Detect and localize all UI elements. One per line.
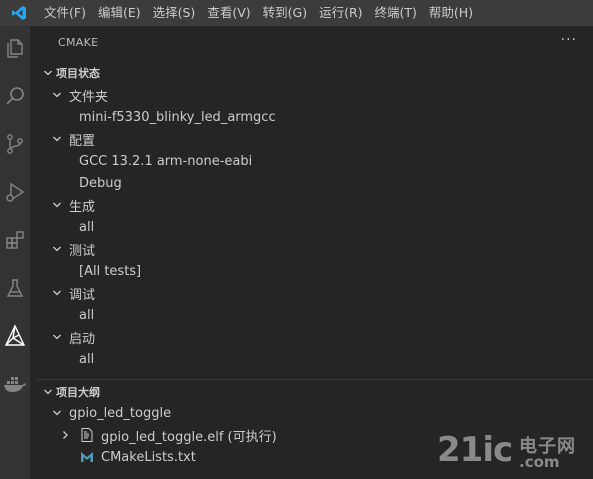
test-item[interactable]: [All tests] <box>38 260 593 282</box>
project-outline-header[interactable]: 项目大纲 <box>38 381 593 403</box>
project-node[interactable]: gpio_led_toggle <box>38 402 593 424</box>
watermark-logo-text: 21ic <box>437 430 513 470</box>
chevron-down-icon <box>49 197 65 213</box>
project-name: gpio_led_toggle <box>69 405 172 421</box>
menu-run[interactable]: 运行(R) <box>313 0 368 26</box>
folder-group[interactable]: 文件夹 <box>38 84 593 106</box>
debug-target-item[interactable]: all <box>38 304 593 326</box>
chevron-down-icon <box>40 384 56 400</box>
docker-icon[interactable] <box>0 364 30 404</box>
menu-help[interactable]: 帮助(H) <box>423 0 479 26</box>
test-value: [All tests] <box>79 263 142 279</box>
build-group-label: 生成 <box>69 199 96 215</box>
activity-bar <box>0 26 30 479</box>
sidebar-gap <box>30 26 38 479</box>
config-group-label: 配置 <box>69 133 96 149</box>
chevron-down-icon <box>49 285 65 301</box>
launch-target-value: all <box>79 351 95 367</box>
build-type-item[interactable]: Debug <box>38 172 593 194</box>
debug-target-value: all <box>79 307 95 323</box>
build-group[interactable]: 生成 <box>38 194 593 216</box>
menu-go[interactable]: 转到(G) <box>257 0 313 26</box>
cmakelists-name: CMakeLists.txt <box>101 449 196 465</box>
menu-selection[interactable]: 选择(S) <box>147 0 202 26</box>
menu-file[interactable]: 文件(F) <box>38 0 92 26</box>
project-status-title: 项目状态 <box>56 67 100 80</box>
build-type-value: Debug <box>79 175 122 191</box>
folder-group-label: 文件夹 <box>69 89 109 105</box>
build-target-value: all <box>79 219 95 235</box>
chevron-down-icon <box>49 87 65 103</box>
folder-value: mini-f5330_blinky_led_armgcc <box>79 109 276 125</box>
kit-value: GCC 13.2.1 arm-none-eabi <box>79 153 253 169</box>
extensions-icon[interactable] <box>0 220 30 260</box>
chevron-down-icon <box>40 65 56 81</box>
test-group-label: 测试 <box>69 243 96 259</box>
run-debug-icon[interactable] <box>0 172 30 212</box>
watermark-com-text: .com <box>519 453 560 471</box>
project-outline-title: 项目大纲 <box>56 386 100 399</box>
menu-edit[interactable]: 编辑(E) <box>92 0 147 26</box>
target-name: gpio_led_toggle.elf (可执行) <box>101 429 277 445</box>
chevron-down-icon <box>49 241 65 257</box>
chevron-right-icon <box>57 427 73 443</box>
debug-group[interactable]: 调试 <box>38 282 593 304</box>
chevron-down-icon <box>49 131 65 147</box>
section-divider <box>38 379 593 380</box>
menu-terminal[interactable]: 终端(T) <box>369 0 423 26</box>
debug-group-label: 调试 <box>69 287 96 303</box>
build-target-item[interactable]: all <box>38 216 593 238</box>
launch-group-label: 启动 <box>69 331 96 347</box>
cmake-sidebar: CMAKE ··· 项目状态 文件夹 mini-f5330_blinky_led… <box>38 26 593 479</box>
more-actions-icon[interactable]: ··· <box>561 32 577 48</box>
testing-icon[interactable] <box>0 268 30 308</box>
menu-bar: 文件(F) 编辑(E) 选择(S) 查看(V) 转到(G) 运行(R) 终端(T… <box>0 0 593 26</box>
folder-item[interactable]: mini-f5330_blinky_led_armgcc <box>38 106 593 128</box>
launch-target-item[interactable]: all <box>38 348 593 370</box>
search-icon[interactable] <box>0 76 30 116</box>
kit-item[interactable]: GCC 13.2.1 arm-none-eabi <box>38 150 593 172</box>
cmake-icon[interactable] <box>0 316 30 356</box>
chevron-down-icon <box>49 329 65 345</box>
config-group[interactable]: 配置 <box>38 128 593 150</box>
explorer-icon[interactable] <box>0 28 30 68</box>
executable-file-icon <box>79 427 95 443</box>
test-group[interactable]: 测试 <box>38 238 593 260</box>
project-status-header[interactable]: 项目状态 <box>38 62 593 84</box>
menu-view[interactable]: 查看(V) <box>201 0 256 26</box>
watermark-logo: 21ic 电子网 .com <box>437 430 587 474</box>
source-control-icon[interactable] <box>0 124 30 164</box>
panel-title: CMAKE <box>58 36 99 49</box>
chevron-down-icon <box>49 405 65 421</box>
launch-group[interactable]: 启动 <box>38 326 593 348</box>
cmake-file-icon <box>79 449 95 465</box>
vscode-logo-icon <box>0 0 38 26</box>
